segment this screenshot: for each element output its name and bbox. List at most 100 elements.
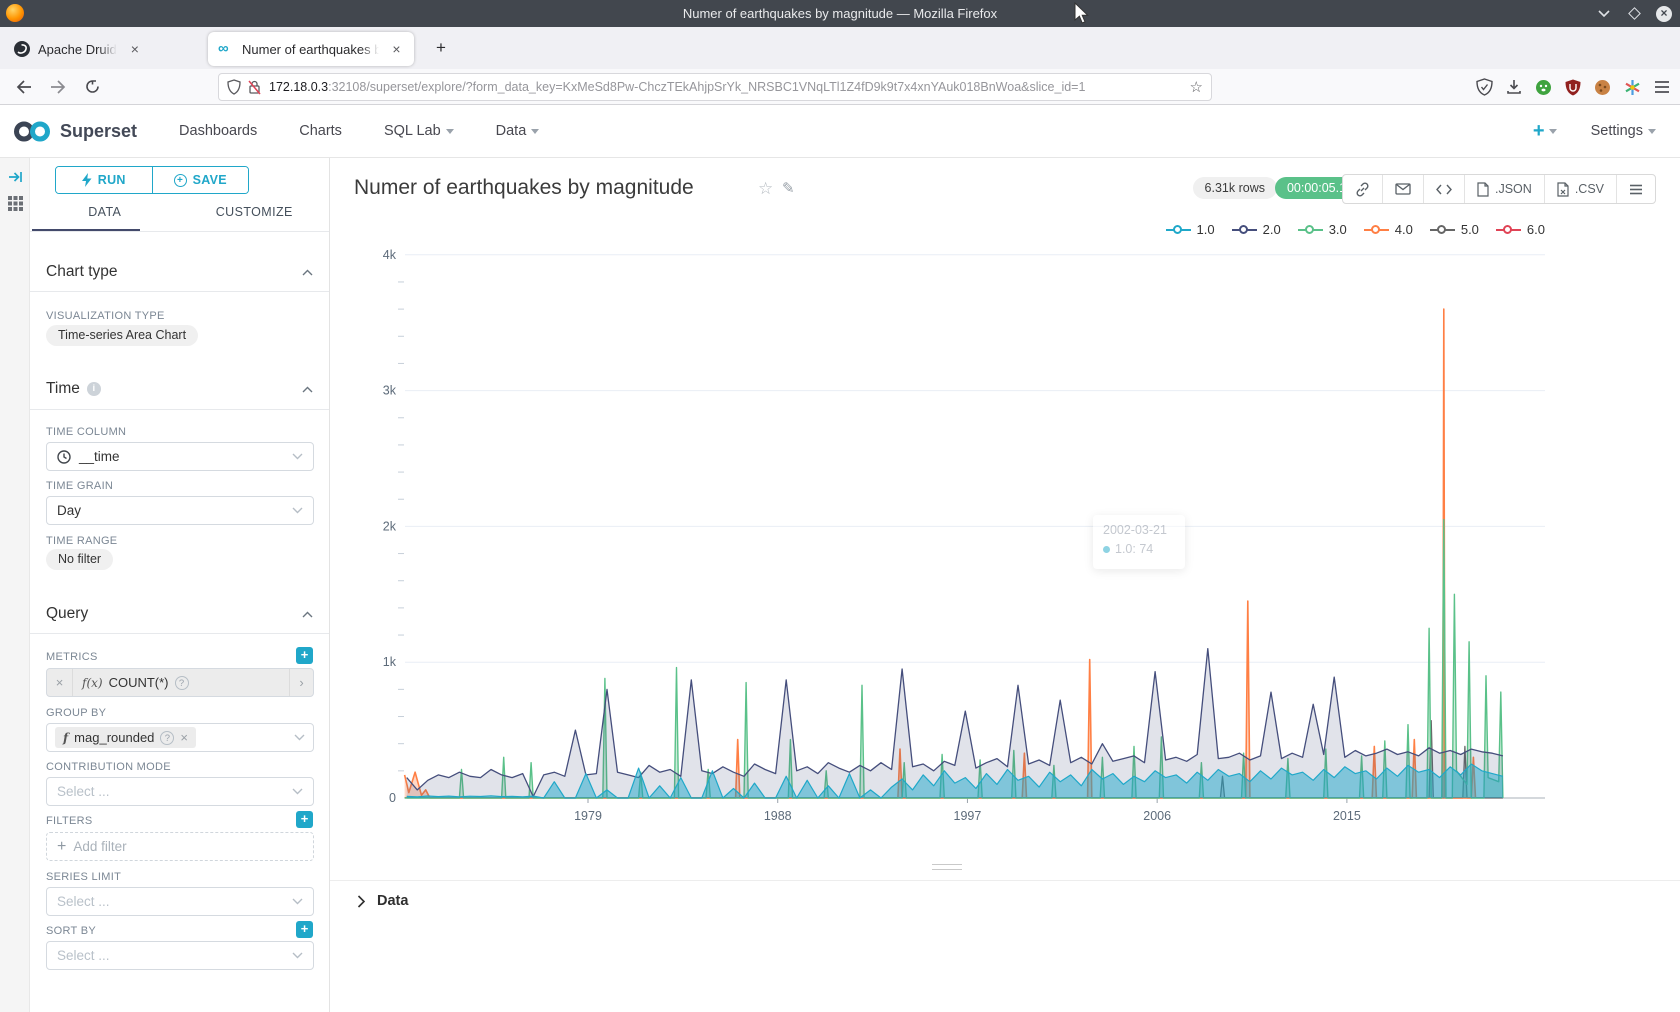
- chevron-down-icon: [1648, 129, 1656, 134]
- add-sort-by-button[interactable]: +: [296, 921, 313, 938]
- chevron-down-icon: [292, 507, 303, 514]
- reload-button[interactable]: [78, 73, 106, 101]
- dataset-grid-icon[interactable]: [7, 195, 24, 212]
- settings-menu[interactable]: Settings: [1591, 123, 1656, 139]
- url-text: 172.18.0.3:32108/superset/explore/?form_…: [269, 80, 1190, 94]
- time-column-select[interactable]: __time: [46, 442, 314, 471]
- expand-datasource-icon[interactable]: [8, 170, 23, 184]
- new-item-button[interactable]: +: [1533, 120, 1557, 143]
- chevron-right-icon[interactable]: ›: [289, 669, 313, 696]
- tab-close-icon[interactable]: ×: [127, 41, 143, 57]
- window-maximize-button[interactable]: [1626, 6, 1642, 22]
- tooltip-date: 2002-03-21: [1103, 523, 1175, 537]
- chevron-down-icon: [292, 952, 303, 959]
- downloads-icon[interactable]: [1506, 79, 1522, 95]
- permissions-shield-icon[interactable]: [227, 79, 241, 95]
- save-button[interactable]: + SAVE: [153, 167, 249, 193]
- legend-item-6.0[interactable]: 6.0: [1496, 222, 1545, 237]
- sort-by-label: SORT BY: [46, 925, 96, 937]
- file-icon: [1477, 182, 1489, 197]
- tab-customize[interactable]: CUSTOMIZE: [180, 205, 330, 232]
- nav-sql-lab[interactable]: SQL Lab: [384, 123, 454, 139]
- fx-icon: f(x): [82, 676, 103, 690]
- superset-logo-icon[interactable]: [12, 119, 52, 144]
- url-bar[interactable]: 172.18.0.3:32108/superset/explore/?form_…: [218, 73, 1212, 101]
- insecure-lock-icon[interactable]: [248, 79, 261, 95]
- help-icon: ?: [160, 731, 174, 745]
- legend-item-5.0[interactable]: 5.0: [1430, 222, 1479, 237]
- section-query[interactable]: Query: [46, 604, 313, 624]
- export-csv-button[interactable]: .CSV: [1544, 175, 1616, 203]
- ublock-extension-icon[interactable]: [1565, 79, 1581, 96]
- window-close-button[interactable]: ×: [1656, 6, 1672, 22]
- forward-button[interactable]: [44, 73, 72, 101]
- superset-brand[interactable]: Superset: [60, 121, 137, 142]
- remove-icon[interactable]: ×: [180, 730, 188, 745]
- superset-navbar: Superset Dashboards Charts SQL Lab Data …: [0, 105, 1680, 158]
- svg-text:1979: 1979: [574, 809, 602, 823]
- add-metric-button[interactable]: +: [296, 647, 313, 664]
- group-by-pill[interactable]: f mag_rounded ? ×: [55, 727, 196, 748]
- svg-text:1997: 1997: [954, 809, 982, 823]
- file-csv-icon: [1557, 182, 1569, 197]
- legend-item-4.0[interactable]: 4.0: [1364, 222, 1413, 237]
- tab-label: Numer of earthquakes by: [242, 42, 379, 57]
- browser-tab-apache-druid[interactable]: Apache Druid ×: [4, 32, 204, 66]
- nav-data[interactable]: Data: [496, 123, 540, 139]
- code-icon: [1436, 184, 1452, 195]
- privacy-badger-extension-icon[interactable]: [1535, 79, 1552, 96]
- series-limit-select[interactable]: Select ...: [46, 887, 314, 916]
- new-tab-button[interactable]: +: [428, 35, 454, 61]
- add-filter-plus-button[interactable]: +: [296, 811, 313, 828]
- legend-item-3.0[interactable]: 3.0: [1298, 222, 1347, 237]
- back-button[interactable]: [10, 73, 38, 101]
- viz-type-pill[interactable]: Time-series Area Chart: [46, 325, 198, 346]
- contribution-mode-select[interactable]: Select ...: [46, 777, 314, 806]
- timeseries-area-chart[interactable]: 01k2k3k4k19791988199720062015: [330, 240, 1680, 840]
- time-range-pill[interactable]: No filter: [46, 549, 113, 570]
- colorful-extension-icon[interactable]: [1624, 79, 1641, 96]
- remove-metric-icon[interactable]: ×: [47, 669, 73, 696]
- chart-menu-button[interactable]: [1616, 175, 1655, 203]
- tab-data[interactable]: DATA: [30, 205, 180, 232]
- section-time[interactable]: Time i: [46, 379, 313, 399]
- time-grain-select[interactable]: Day: [46, 496, 314, 525]
- protections-shield-icon[interactable]: [1476, 78, 1493, 96]
- group-by-select[interactable]: f mag_rounded ? ×: [46, 723, 314, 752]
- envelope-icon: [1395, 183, 1411, 195]
- window-minimize-button[interactable]: [1596, 6, 1612, 22]
- data-results-panel: Data: [330, 880, 1680, 1012]
- sort-by-select[interactable]: Select ...: [46, 941, 314, 970]
- browser-tab-earthquakes[interactable]: ∞ Numer of earthquakes by ×: [208, 32, 414, 66]
- nav-charts[interactable]: Charts: [299, 123, 342, 139]
- panel-resize-handle[interactable]: [932, 864, 962, 874]
- email-button[interactable]: [1382, 175, 1423, 203]
- legend-item-2.0[interactable]: 2.0: [1232, 222, 1281, 237]
- bookmark-star-icon[interactable]: ☆: [1190, 78, 1203, 96]
- tooltip-value: 1.0: 74: [1115, 542, 1153, 556]
- window-titlebar: Numer of earthquakes by magnitude — Mozi…: [0, 0, 1680, 27]
- metric-count-pill[interactable]: × f(x) COUNT(*) ? ›: [46, 668, 314, 697]
- section-chart-type[interactable]: Chart type: [46, 262, 313, 282]
- mouse-cursor: [1074, 2, 1090, 26]
- data-panel-header[interactable]: Data: [357, 893, 408, 909]
- svg-text:0: 0: [389, 791, 396, 805]
- cookie-extension-icon[interactable]: [1594, 79, 1611, 96]
- edit-title-icon[interactable]: ✎: [782, 179, 795, 197]
- add-filter-dropzone[interactable]: + Add filter: [46, 832, 314, 861]
- nav-dashboards[interactable]: Dashboards: [179, 123, 257, 139]
- browser-toolbar: 172.18.0.3:32108/superset/explore/?form_…: [0, 69, 1680, 105]
- embed-code-button[interactable]: [1423, 175, 1464, 203]
- legend-label: 2.0: [1263, 222, 1281, 237]
- export-json-button[interactable]: .JSON: [1464, 175, 1544, 203]
- svg-text:1k: 1k: [383, 655, 397, 669]
- tab-close-icon[interactable]: ×: [389, 41, 404, 57]
- plus-icon: +: [57, 838, 66, 856]
- legend-item-1.0[interactable]: 1.0: [1166, 222, 1215, 237]
- svg-text:2006: 2006: [1143, 809, 1171, 823]
- favorite-star-icon[interactable]: ☆: [758, 179, 773, 199]
- chevron-down-icon: [531, 129, 539, 134]
- hamburger-menu-icon[interactable]: [1654, 80, 1670, 94]
- copy-link-button[interactable]: [1343, 175, 1382, 203]
- run-button[interactable]: RUN: [56, 167, 153, 193]
